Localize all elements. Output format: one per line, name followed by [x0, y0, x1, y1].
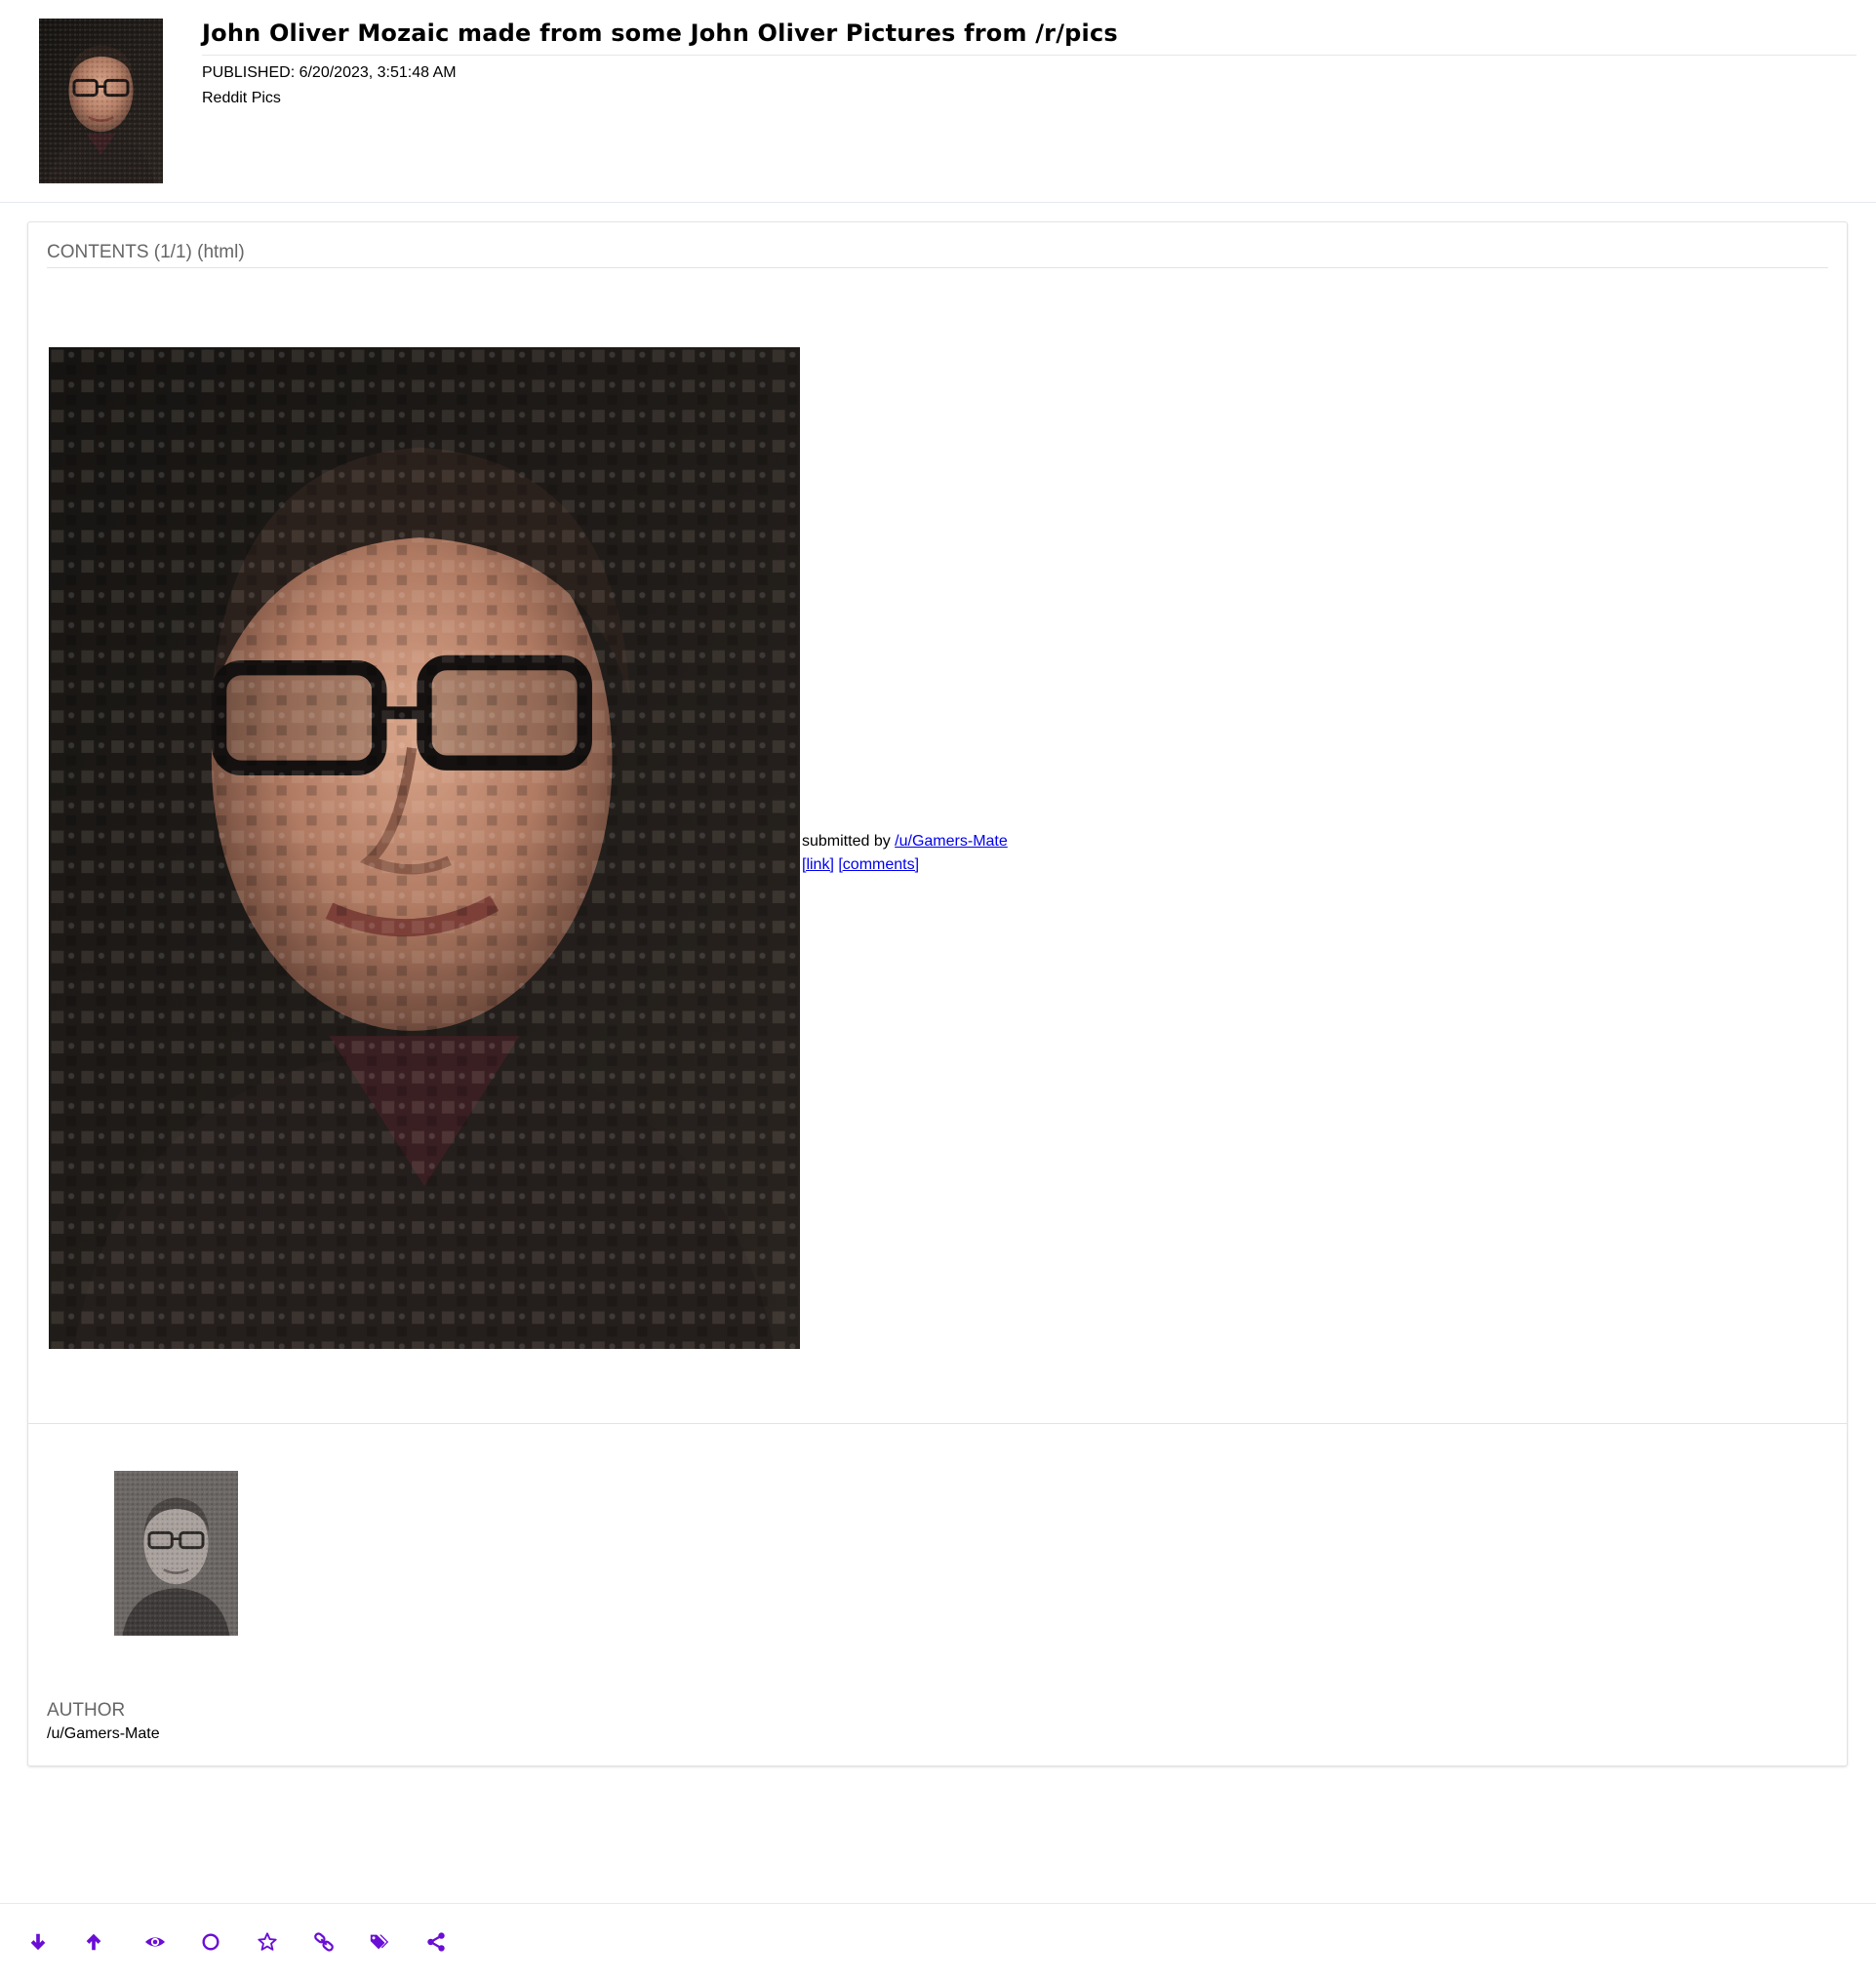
submission-info: submitted by /u/Gamers-Mate [link] [comm… — [802, 830, 1008, 877]
star-icon[interactable] — [253, 1927, 282, 1957]
post-title[interactable]: John Oliver Mozaic made from some John O… — [202, 20, 1856, 56]
tags-icon[interactable] — [365, 1927, 394, 1957]
content-card: CONTENTS (1/1) (html) submitted by /u/Ga… — [27, 221, 1848, 1766]
contents-label: CONTENTS (1/1) (html) — [47, 242, 1828, 268]
submitted-by-text: submitted by — [802, 833, 891, 850]
author-link[interactable]: /u/Gamers-Mate — [895, 833, 1008, 850]
circle-icon[interactable] — [196, 1927, 225, 1957]
post-header: John Oliver Mozaic made from some John O… — [0, 0, 1876, 203]
eye-icon[interactable] — [140, 1927, 170, 1957]
author-name: /u/Gamers-Mate — [47, 1725, 160, 1742]
comments-link[interactable]: [comments] — [838, 856, 919, 873]
share-icon[interactable] — [421, 1927, 451, 1957]
arrow-down-icon[interactable] — [23, 1927, 53, 1957]
post-thumbnail[interactable] — [39, 19, 163, 183]
link-icon[interactable] — [309, 1927, 339, 1957]
post-info: John Oliver Mozaic made from some John O… — [202, 20, 1856, 107]
published-date: PUBLISHED: 6/20/2023, 3:51:48 AM — [202, 64, 457, 81]
bottom-toolbar — [0, 1903, 1876, 1980]
mosaic-image[interactable] — [49, 347, 800, 1349]
post-link[interactable]: [link] — [802, 856, 834, 873]
arrow-up-icon[interactable] — [79, 1927, 108, 1957]
card-divider — [28, 1423, 1847, 1424]
author-avatar[interactable] — [114, 1471, 238, 1636]
author-label: AUTHOR — [47, 1700, 126, 1721]
feed-name[interactable]: Reddit Pics — [202, 90, 1856, 107]
